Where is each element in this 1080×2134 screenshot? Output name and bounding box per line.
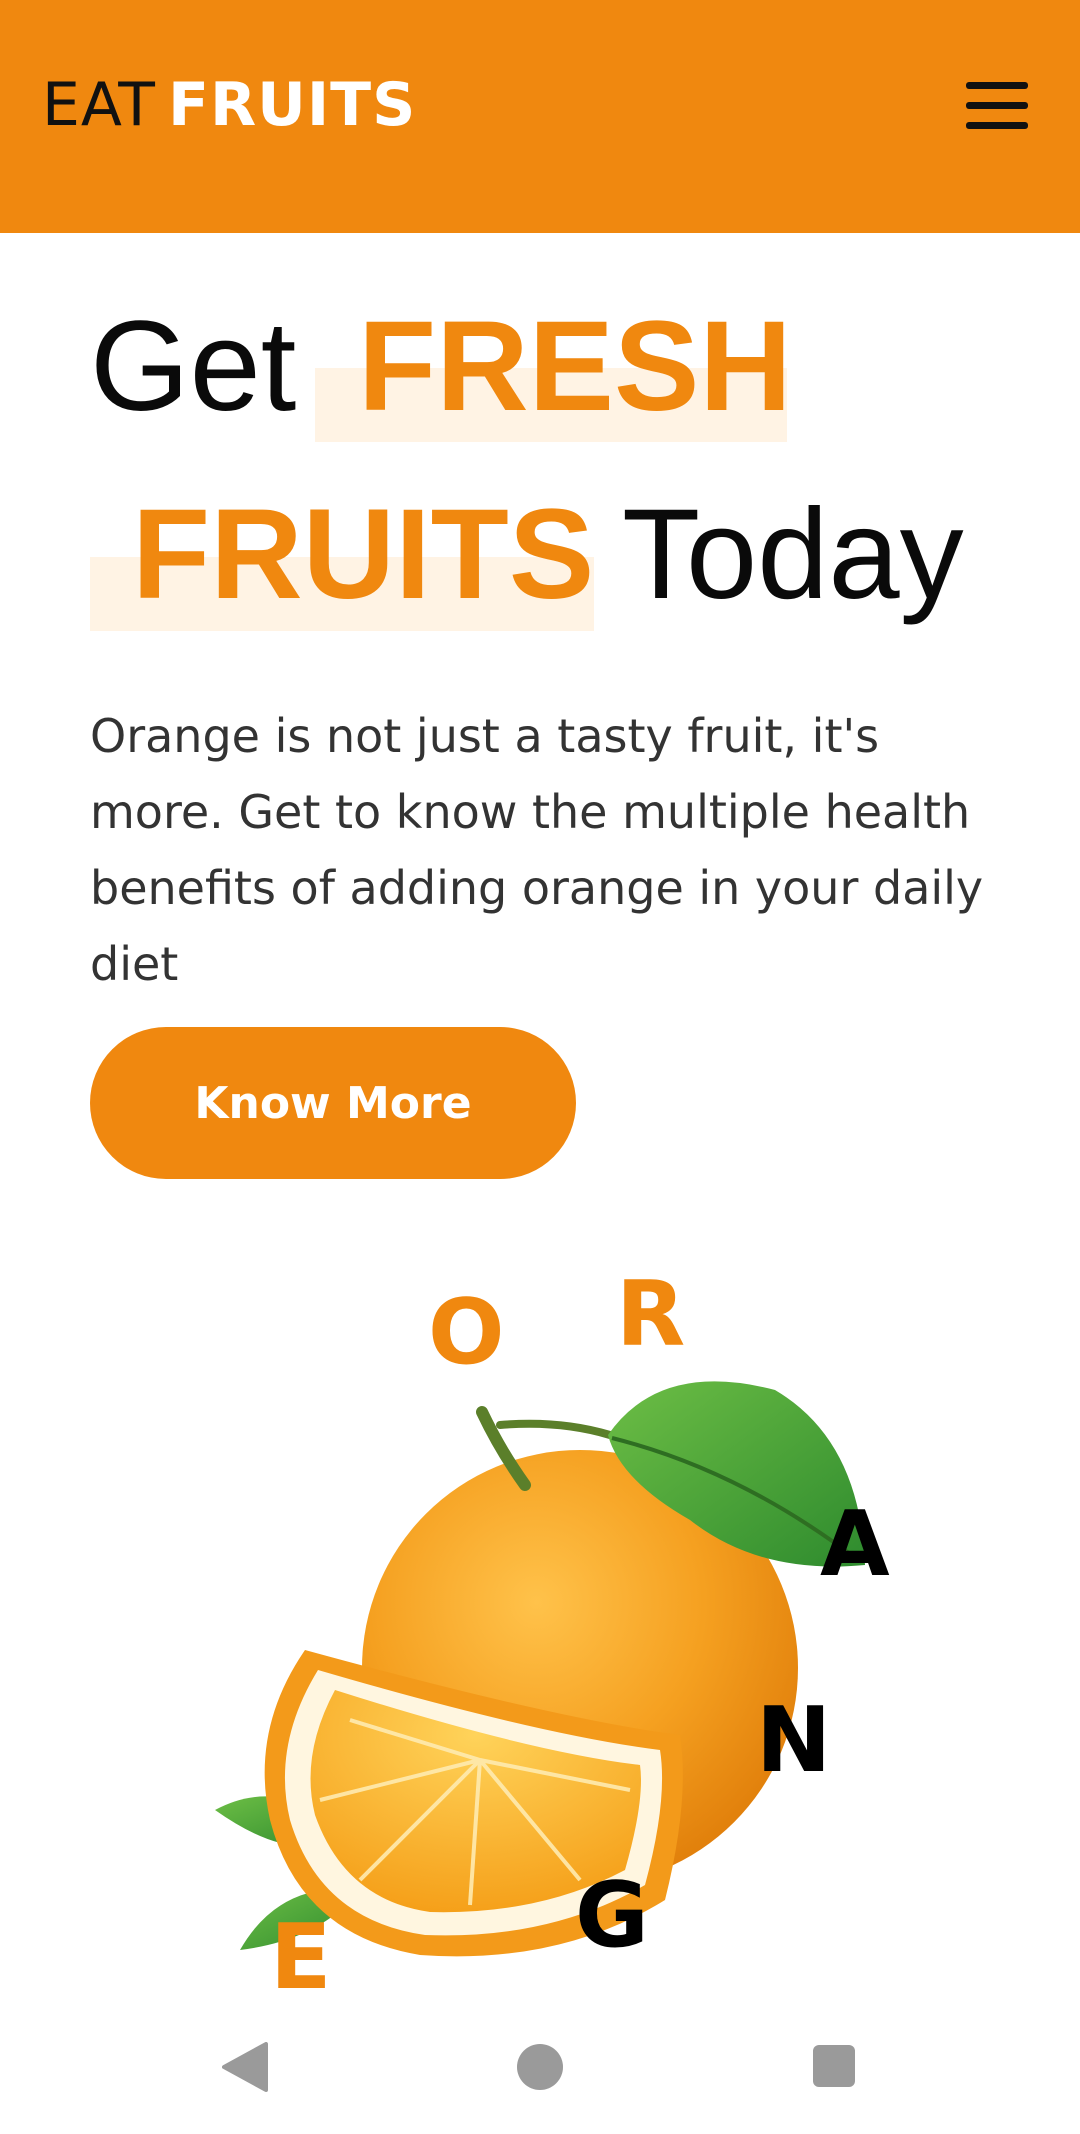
brand-word-fruits: FRUITS bbox=[167, 70, 417, 140]
headline-today: Today bbox=[622, 483, 964, 626]
brand-logo[interactable]: EAT FRUITS bbox=[42, 70, 416, 140]
letter-e: E bbox=[270, 1905, 332, 2010]
home-circle-icon[interactable] bbox=[517, 2044, 563, 2090]
letter-a: A bbox=[820, 1492, 890, 1597]
hamburger-menu-icon[interactable] bbox=[966, 80, 1028, 130]
letter-r: R bbox=[616, 1262, 686, 1367]
letter-o: O bbox=[428, 1280, 505, 1385]
headline-fruits: FRUITS bbox=[132, 483, 595, 626]
system-navigation-bar bbox=[0, 2010, 1080, 2134]
back-triangle-icon[interactable] bbox=[222, 2042, 268, 2092]
brand-word-eat: EAT bbox=[42, 70, 156, 140]
hero-description: Orange is not just a tasty fruit, it's m… bbox=[90, 709, 984, 991]
headline-fresh: FRESH bbox=[358, 295, 792, 438]
recents-square-icon[interactable] bbox=[813, 2045, 855, 2087]
letter-n: N bbox=[756, 1688, 832, 1793]
headline-get: Get bbox=[90, 295, 297, 438]
know-more-button[interactable]: Know More bbox=[90, 1027, 576, 1179]
letter-g: G bbox=[575, 1863, 649, 1968]
top-header: EAT FRUITS bbox=[0, 0, 1080, 233]
